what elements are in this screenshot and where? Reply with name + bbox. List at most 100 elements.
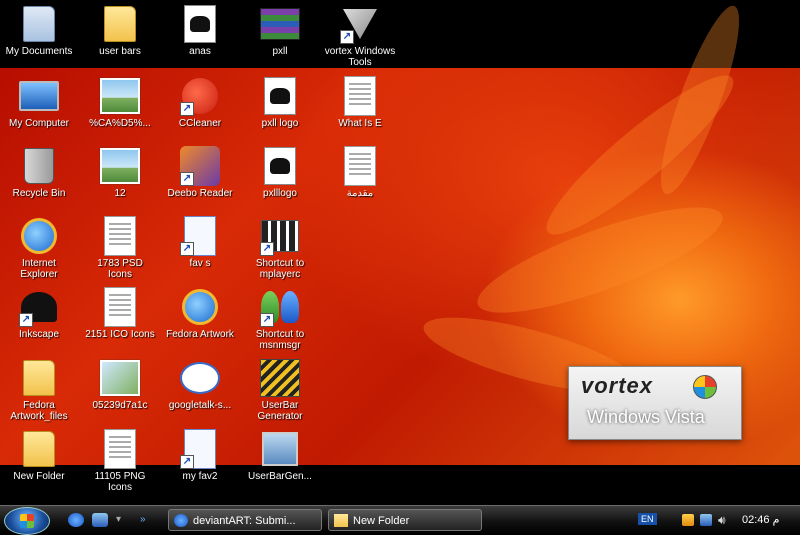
desktop-icon-pxll-logo[interactable]: pxll logo bbox=[244, 76, 316, 129]
text-file-icon bbox=[100, 216, 140, 256]
desktop-icon-anas[interactable]: anas bbox=[164, 4, 236, 57]
desktop-icon-fedora-artwork-files[interactable]: Fedora Artwork_files bbox=[3, 358, 75, 422]
shortcut-arrow-icon: ↗ bbox=[180, 102, 194, 116]
text-file-icon bbox=[100, 287, 140, 327]
desktop-icon-userbargen[interactable]: UserBarGen... bbox=[244, 429, 316, 482]
desktop-icon-label: My Documents bbox=[5, 46, 73, 57]
vortex-shortcut-icon: ↗ bbox=[340, 4, 380, 44]
desktop-icon-label: New Folder bbox=[13, 471, 65, 482]
desktop-icon-label: pxll bbox=[272, 46, 288, 57]
desktop-icon-ccleaner[interactable]: ↗ CCleaner bbox=[164, 76, 236, 129]
logo-line-2: Windows Vista bbox=[587, 407, 705, 427]
desktop-icon-pxlllogo[interactable]: pxlllogo bbox=[244, 146, 316, 199]
language-indicator[interactable]: EN bbox=[638, 513, 657, 525]
desktop-icon-11105-png-icons[interactable]: 11105 PNG Icons bbox=[84, 429, 156, 493]
desktop-icon-new-folder[interactable]: New Folder bbox=[3, 429, 75, 482]
folder-icon bbox=[19, 358, 59, 398]
word-document-icon bbox=[340, 76, 380, 116]
desktop-icon-label: my fav2 bbox=[182, 471, 218, 482]
installer-icon bbox=[260, 429, 300, 469]
my-documents-icon bbox=[19, 4, 59, 44]
desktop-icon-label: 11105 PNG Icons bbox=[94, 471, 146, 493]
my-computer-icon bbox=[19, 76, 59, 116]
desktop-icon-vortex-windows-tools[interactable]: ↗ vortex Windows Tools bbox=[324, 4, 396, 68]
desktop-icon-label: %CA%D5%... bbox=[89, 118, 151, 129]
word-document-icon bbox=[340, 146, 380, 186]
desktop-icon-label: vortex Windows Tools bbox=[324, 46, 396, 68]
desktop-icon-label: Shortcut to msnmsgr bbox=[255, 329, 305, 351]
shortcut-arrow-icon: ↗ bbox=[180, 242, 194, 256]
desktop-icon-label: Shortcut to mplayerc bbox=[255, 258, 305, 280]
tray-app-icon[interactable] bbox=[682, 514, 694, 526]
taskbar-button-deviantart[interactable]: deviantART: Submi... bbox=[168, 509, 322, 531]
desktop-icon-my-computer[interactable]: My Computer bbox=[3, 76, 75, 129]
desktop-icon-1783-psd-icons[interactable]: 1783 PSD Icons bbox=[84, 216, 156, 280]
picture-icon bbox=[100, 76, 140, 116]
windows-orb-icon bbox=[693, 375, 717, 399]
desktop-icon-my-documents[interactable]: My Documents bbox=[3, 4, 75, 57]
taskbar-button-new-folder[interactable]: New Folder bbox=[328, 509, 482, 531]
vortex-vista-logo: vortex Windows Vista bbox=[568, 366, 742, 440]
desktop-icon-label: googletalk-s... bbox=[168, 400, 232, 411]
quicklaunch-expand-icon[interactable]: » bbox=[140, 513, 150, 527]
desktop-icon-user-bars[interactable]: user bars bbox=[84, 4, 156, 57]
desktop-icon-label: 05239d7a1c bbox=[92, 400, 148, 411]
winrar-archive-icon bbox=[260, 4, 300, 44]
desktop-icon-label: Inkscape bbox=[18, 329, 60, 340]
internet-explorer-icon bbox=[174, 514, 188, 527]
desktop-icon-shortcut-to-msnmsgr[interactable]: ↗ Shortcut to msnmsgr bbox=[244, 287, 316, 351]
userbar-generator-icon bbox=[260, 358, 300, 398]
quicklaunch-internet-explorer-icon[interactable] bbox=[68, 513, 84, 527]
desktop-icon-label: fav s bbox=[189, 258, 211, 269]
desktop-icon-deebo-reader[interactable]: ↗ Deebo Reader bbox=[164, 146, 236, 199]
desktop-icon-12[interactable]: 12 bbox=[84, 146, 156, 199]
desktop-icon-label: 1783 PSD Icons bbox=[97, 258, 143, 280]
ccleaner-icon: ↗ bbox=[180, 76, 220, 116]
msn-messenger-icon: ↗ bbox=[260, 287, 300, 327]
desktop-icon-pxll[interactable]: pxll bbox=[244, 4, 316, 57]
desktop-icon-label: 2151 ICO Icons bbox=[85, 329, 155, 340]
desktop-icon-image-ca-d5[interactable]: %CA%D5%... bbox=[84, 76, 156, 129]
quicklaunch-chevron-icon[interactable]: ▾ bbox=[116, 513, 126, 527]
desktop-icon-arabic-document[interactable]: مقدمة bbox=[324, 146, 396, 199]
shortcut-arrow-icon: ↗ bbox=[260, 242, 274, 256]
desktop-icon-label: Internet Explorer bbox=[20, 258, 58, 280]
taskbar: ▾ » deviantART: Submi... New Folder EN 🔊… bbox=[0, 505, 800, 535]
volume-icon[interactable]: 🔊︎ bbox=[718, 514, 730, 526]
desktop-icon-inkscape[interactable]: ↗ Inkscape bbox=[3, 287, 75, 340]
start-button[interactable] bbox=[4, 507, 50, 535]
system-tray: EN 🔊︎ 02:46 م bbox=[638, 508, 798, 532]
inkscape-icon: ↗ bbox=[19, 287, 59, 327]
logo-line-1: vortex bbox=[581, 373, 654, 398]
desktop-icon-label: pxll logo bbox=[261, 118, 299, 129]
desktop-icon-recycle-bin[interactable]: Recycle Bin bbox=[3, 146, 75, 199]
folder-icon bbox=[100, 4, 140, 44]
desktop-icon-my-fav2[interactable]: ↗ my fav2 bbox=[164, 429, 236, 482]
clock[interactable]: 02:46 م bbox=[742, 513, 779, 526]
media-player-icon: ↗ bbox=[260, 216, 300, 256]
desktop-icon-fav-s[interactable]: ↗ fav s bbox=[164, 216, 236, 269]
quicklaunch-show-desktop-icon[interactable] bbox=[92, 513, 108, 527]
desktop-icon-2151-ico-icons[interactable]: 2151 ICO Icons bbox=[84, 287, 156, 340]
desktop-icon-shortcut-to-mplayerc[interactable]: ↗ Shortcut to mplayerc bbox=[244, 216, 316, 280]
desktop-icon-googletalk[interactable]: googletalk-s... bbox=[164, 358, 236, 411]
desktop-icon-05239d7a1c[interactable]: 05239d7a1c bbox=[84, 358, 156, 411]
desktop-icon-label: pxlllogo bbox=[263, 188, 297, 199]
desktop-icon-userbar-generator[interactable]: UserBar Generator bbox=[244, 358, 316, 422]
image-file-icon bbox=[100, 358, 140, 398]
folder-icon bbox=[19, 429, 59, 469]
desktop-icon-fedora-artwork[interactable]: Fedora Artwork bbox=[164, 287, 236, 340]
desktop-icon-what-is-e[interactable]: What Is E bbox=[324, 76, 396, 129]
taskbar-button-label: deviantART: Submi... bbox=[193, 515, 296, 527]
desktop-icon-label: CCleaner bbox=[178, 118, 222, 129]
image-file-icon bbox=[260, 76, 300, 116]
recycle-bin-icon bbox=[19, 146, 59, 186]
shortcut-arrow-icon: ↗ bbox=[180, 172, 194, 186]
text-file-icon bbox=[100, 429, 140, 469]
desktop-icon-internet-explorer[interactable]: Internet Explorer bbox=[3, 216, 75, 280]
desktop-icon-label: UserBar Generator bbox=[257, 400, 303, 422]
internet-explorer-icon bbox=[180, 287, 220, 327]
desktop-icon-label: Recycle Bin bbox=[12, 188, 66, 199]
network-icon[interactable] bbox=[700, 514, 712, 526]
desktop-icon-label: 12 bbox=[114, 188, 126, 199]
